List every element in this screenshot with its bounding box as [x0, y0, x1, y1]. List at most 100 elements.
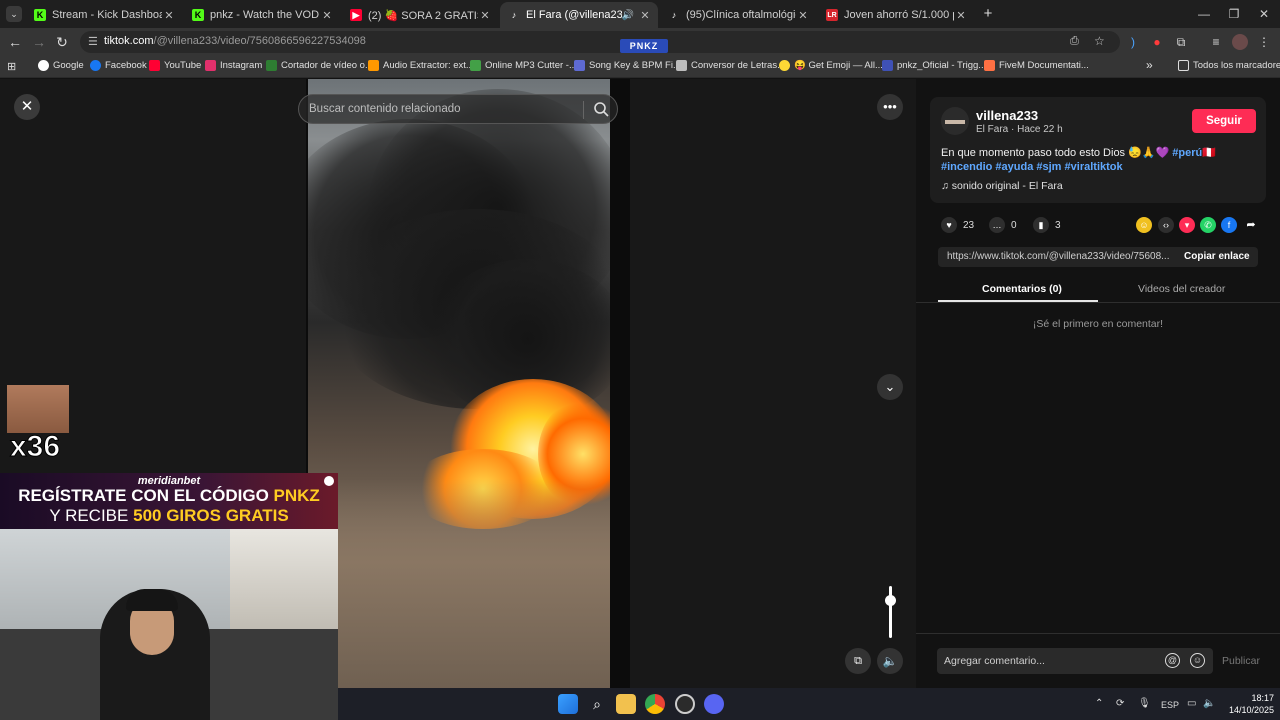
- share-direct-icon[interactable]: ▾: [1179, 217, 1195, 233]
- profile-avatar-icon[interactable]: [1232, 34, 1248, 50]
- tab-tiktok-active[interactable]: ♪ El Fara (@villena233) | TikTo 🔊 ✕: [500, 2, 658, 28]
- follow-button[interactable]: Seguir: [1192, 109, 1256, 133]
- minimize-button[interactable]: —: [1190, 4, 1218, 24]
- volume-icon[interactable]: 🔈: [877, 648, 903, 674]
- bookmark-get-emoji[interactable]: 😝 Get Emoji — All...: [779, 60, 883, 71]
- comment-input[interactable]: Agregar comentario... @ ☺: [937, 648, 1213, 674]
- emoji-icon: [779, 60, 790, 71]
- reload-icon[interactable]: ↻: [53, 33, 71, 51]
- tab-kick-vod[interactable]: K pnkz - Watch the VOD on Kick ✕: [184, 2, 340, 28]
- hashtag-link[interactable]: #viraltiktok: [1065, 161, 1123, 173]
- bookmark-pnkz-oficial[interactable]: pnkz_Oficial - Trigg...: [882, 60, 986, 71]
- all-bookmarks-folder[interactable]: Todos los marcadores: [1178, 60, 1280, 71]
- microphone-icon[interactable]: 🎙: [1138, 698, 1151, 709]
- tab-tiktok-clinica[interactable]: ♪ (95)Clínica oftalmológica DNJ ( ✕: [660, 2, 816, 28]
- kick-icon: K: [192, 9, 204, 21]
- bookmark-song-key[interactable]: Song Key & BPM Fi...: [574, 60, 681, 71]
- obs-icon[interactable]: [675, 694, 695, 714]
- embed-icon[interactable]: ‹›: [1158, 217, 1174, 233]
- related-search-input[interactable]: Buscar contenido relacionado: [298, 94, 618, 124]
- display-icon[interactable]: ▭: [1187, 698, 1196, 709]
- bookmark-instagram[interactable]: Instagram: [205, 60, 262, 71]
- bookmark-video-cutter[interactable]: Cortador de vídeo o...: [266, 60, 373, 71]
- close-tab-icon[interactable]: ✕: [162, 9, 176, 22]
- chrome-icon[interactable]: [645, 694, 665, 714]
- hashtag-link[interactable]: #incendio: [941, 161, 992, 173]
- more-options-icon[interactable]: •••: [877, 94, 903, 120]
- bookmark-fivem[interactable]: FiveM Documentati...: [984, 60, 1089, 71]
- bookmark-mp3-cutter[interactable]: Online MP3 Cutter -...: [470, 60, 577, 71]
- speaker-icon[interactable]: 🔊: [622, 10, 634, 21]
- volume-slider-knob[interactable]: [885, 595, 896, 606]
- forward-arrow-icon[interactable]: →: [30, 33, 48, 51]
- mention-icon[interactable]: @: [1165, 653, 1180, 668]
- copy-link-button[interactable]: Copiar enlace: [1184, 251, 1250, 262]
- apps-grid-icon[interactable]: ⊞: [7, 60, 16, 73]
- close-tab-icon[interactable]: ✕: [954, 9, 968, 22]
- discord-icon[interactable]: [704, 694, 724, 714]
- hashtag-link[interactable]: #sjm: [1036, 161, 1061, 173]
- search-icon[interactable]: [593, 101, 609, 117]
- bookmark-audio-extractor[interactable]: Audio Extractor: ext...: [368, 60, 474, 71]
- bookmark-facebook[interactable]: Facebook: [90, 60, 147, 71]
- close-window-button[interactable]: ✕: [1250, 4, 1278, 24]
- language-indicator[interactable]: ESP: [1161, 700, 1179, 710]
- tab-larepublica[interactable]: LR Joven ahorró S/1.000 para ope ✕: [818, 2, 974, 28]
- url-text: tiktok.com/@villena233/video/75608665962…: [104, 35, 366, 47]
- close-tab-icon[interactable]: ✕: [320, 9, 334, 22]
- extension-wave-icon[interactable]: ): [1125, 34, 1141, 50]
- new-tab-button[interactable]: +: [980, 5, 996, 23]
- hashtag-link[interactable]: #ayuda: [995, 161, 1033, 173]
- close-video-button[interactable]: ✕: [14, 94, 40, 120]
- bookmark-letras[interactable]: Conversor de Letras...: [676, 60, 785, 71]
- tab-comments[interactable]: Comentarios (0): [982, 283, 1062, 295]
- file-explorer-icon[interactable]: [616, 694, 636, 714]
- close-tab-icon[interactable]: ✕: [638, 9, 652, 22]
- tab-kick-dashboard[interactable]: K Stream - Kick Dashboard ✕: [26, 2, 182, 28]
- bookmark-google[interactable]: Google: [38, 60, 84, 71]
- fivem-icon: [984, 60, 995, 71]
- next-video-chevron-down-icon[interactable]: ⌄: [877, 374, 903, 400]
- site-info-icon[interactable]: ☰: [88, 35, 98, 48]
- share-friends-icon[interactable]: ☺: [1136, 217, 1152, 233]
- close-tab-icon[interactable]: ✕: [796, 9, 810, 22]
- show-hidden-icons[interactable]: ⌃: [1095, 698, 1103, 709]
- extension-record-icon[interactable]: ●: [1149, 34, 1165, 50]
- post-link[interactable]: https://www.tiktok.com/@villena233/video…: [947, 251, 1172, 262]
- promo-banner: meridianbet REGÍSTRATE CON EL CÓDIGO PNK…: [0, 473, 338, 529]
- windows-start-icon[interactable]: [558, 694, 578, 714]
- floating-player-icon[interactable]: ⧉: [845, 648, 871, 674]
- back-arrow-icon[interactable]: ←: [6, 33, 24, 51]
- music-link[interactable]: ♫ sonido original - El Fara: [941, 180, 1063, 192]
- share-arrow-icon[interactable]: ➦: [1243, 217, 1259, 233]
- close-tab-icon[interactable]: ✕: [478, 9, 492, 22]
- tab-search-button[interactable]: ⌄: [6, 6, 22, 22]
- install-app-icon[interactable]: ⎙: [1070, 35, 1079, 48]
- system-clock[interactable]: 18:17 14/10/2025: [1224, 692, 1274, 716]
- restore-button[interactable]: ❐: [1220, 4, 1248, 24]
- hashtag-link[interactable]: #perú🇵🇪: [1172, 147, 1216, 159]
- address-bar[interactable]: ☰ tiktok.com/@villena233/video/756086659…: [80, 31, 1120, 53]
- publish-button[interactable]: Publicar: [1222, 655, 1260, 667]
- search-icon[interactable]: ⌕: [587, 694, 607, 714]
- bookmark-star-icon[interactable]: ☆: [1094, 34, 1105, 48]
- emoji-icon[interactable]: ☺: [1190, 653, 1205, 668]
- avatar[interactable]: [941, 107, 969, 135]
- whatsapp-icon[interactable]: ✆: [1200, 217, 1216, 233]
- facebook-share-icon[interactable]: f: [1221, 217, 1237, 233]
- save-button[interactable]: ▮ 3: [1033, 217, 1061, 233]
- extensions-puzzle-icon[interactable]: ⧉: [1173, 34, 1189, 50]
- volume-slider[interactable]: [889, 586, 892, 638]
- comment-button[interactable]: … 0: [989, 217, 1017, 233]
- bookmarks-overflow[interactable]: »: [1146, 58, 1153, 72]
- sync-icon[interactable]: ⟳: [1116, 698, 1124, 709]
- tab-creator-videos[interactable]: Videos del creador: [1138, 283, 1225, 295]
- browser-menu-icon[interactable]: ⋮: [1256, 34, 1272, 50]
- post-username[interactable]: villena233: [976, 108, 1038, 123]
- video-player[interactable]: [308, 79, 610, 688]
- reading-list-icon[interactable]: ≡: [1208, 34, 1224, 50]
- tab-youtube-sora[interactable]: ▶ (2) 🍓 SORA 2 GRATIS | Acceso ✕: [342, 2, 498, 28]
- like-button[interactable]: ♥ 23: [941, 217, 974, 233]
- bookmark-youtube[interactable]: YouTube: [149, 60, 201, 71]
- speaker-icon[interactable]: 🔈: [1203, 698, 1215, 709]
